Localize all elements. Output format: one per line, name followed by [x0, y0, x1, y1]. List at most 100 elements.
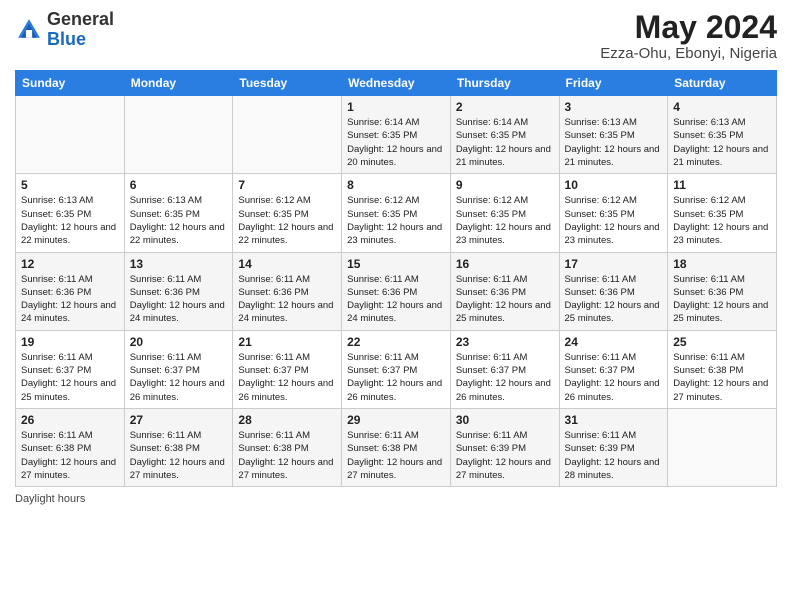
day-number: 22 [347, 335, 445, 349]
calendar-cell-w1-d4: 9 Sunrise: 6:12 AM Sunset: 6:35 PM Daylig… [450, 174, 559, 252]
calendar-cell-w2-d4: 16 Sunrise: 6:11 AM Sunset: 6:36 PM Dayli… [450, 252, 559, 330]
calendar-cell-w3-d2: 21 Sunrise: 6:11 AM Sunset: 6:37 PM Dayli… [233, 330, 342, 408]
day-info: Sunrise: 6:11 AM Sunset: 6:36 PM Dayligh… [130, 273, 228, 326]
day-number: 26 [21, 413, 119, 427]
calendar-cell-w1-d1: 6Sunrise: 6:13 AM Sunset: 6:35 PM Daylig… [124, 174, 233, 252]
day-info: Sunrise: 6:13 AM Sunset: 6:35 PM Dayligh… [673, 116, 771, 169]
day-number: 1 [347, 100, 445, 114]
day-info: Sunrise: 6:11 AM Sunset: 6:38 PM Dayligh… [21, 429, 119, 482]
calendar-cell-w0-d1 [124, 96, 233, 174]
day-info: Sunrise: 6:11 AM Sunset: 6:37 PM Dayligh… [565, 351, 663, 404]
calendar-cell-w0-d6: 4 Sunrise: 6:13 AM Sunset: 6:35 PM Daylig… [668, 96, 777, 174]
day-info: Sunrise: 6:11 AM Sunset: 6:36 PM Dayligh… [673, 273, 771, 326]
day-number: 3 [565, 100, 663, 114]
day-info: Sunrise: 6:11 AM Sunset: 6:38 PM Dayligh… [673, 351, 771, 404]
day-number: 13 [130, 257, 228, 271]
calendar-cell-w0-d0 [16, 96, 125, 174]
day-info: Sunrise: 6:12 AM Sunset: 6:35 PM Dayligh… [347, 194, 445, 247]
calendar-cell-w0-d3: 1Sunrise: 6:14 AM Sunset: 6:35 PM Daylig… [342, 96, 451, 174]
logo: General Blue [15, 10, 114, 50]
calendar-cell-w4-d4: 30Sunrise: 6:11 AM Sunset: 6:39 PM Dayli… [450, 408, 559, 486]
calendar-cell-w0-d5: 3Sunrise: 6:13 AM Sunset: 6:35 PM Daylig… [559, 96, 668, 174]
day-number: 9 [456, 178, 554, 192]
day-number: 25 [673, 335, 771, 349]
day-number: 28 [238, 413, 336, 427]
location: Ezza-Ohu, Ebonyi, Nigeria [600, 45, 777, 62]
calendar-cell-w2-d6: 18 Sunrise: 6:11 AM Sunset: 6:36 PM Dayli… [668, 252, 777, 330]
calendar-cell-w2-d0: 12Sunrise: 6:11 AM Sunset: 6:36 PM Dayli… [16, 252, 125, 330]
calendar-cell-w1-d5: 10 Sunrise: 6:12 AM Sunset: 6:35 PM Dayli… [559, 174, 668, 252]
calendar-cell-w2-d3: 15Sunrise: 6:11 AM Sunset: 6:36 PM Dayli… [342, 252, 451, 330]
calendar-cell-w1-d0: 5 Sunrise: 6:13 AM Sunset: 6:35 PM Daylig… [16, 174, 125, 252]
month-year: May 2024 [600, 10, 777, 45]
calendar-cell-w1-d3: 8 Sunrise: 6:12 AM Sunset: 6:35 PM Daylig… [342, 174, 451, 252]
day-info: Sunrise: 6:11 AM Sunset: 6:37 PM Dayligh… [238, 351, 336, 404]
col-friday: Friday [559, 71, 668, 96]
col-wednesday: Wednesday [342, 71, 451, 96]
day-number: 19 [21, 335, 119, 349]
calendar-cell-w4-d2: 28 Sunrise: 6:11 AM Sunset: 6:38 PM Dayli… [233, 408, 342, 486]
calendar-cell-w4-d5: 31 Sunrise: 6:11 AM Sunset: 6:39 PM Dayli… [559, 408, 668, 486]
day-number: 24 [565, 335, 663, 349]
calendar-table: Sunday Monday Tuesday Wednesday Thursday… [15, 70, 777, 487]
daylight-hours-label: Daylight hours [15, 493, 777, 505]
day-info: Sunrise: 6:11 AM Sunset: 6:37 PM Dayligh… [130, 351, 228, 404]
day-info: Sunrise: 6:11 AM Sunset: 6:38 PM Dayligh… [238, 429, 336, 482]
day-number: 30 [456, 413, 554, 427]
day-number: 5 [21, 178, 119, 192]
day-info: Sunrise: 6:11 AM Sunset: 6:37 PM Dayligh… [21, 351, 119, 404]
day-number: 20 [130, 335, 228, 349]
day-info: Sunrise: 6:12 AM Sunset: 6:35 PM Dayligh… [565, 194, 663, 247]
day-info: Sunrise: 6:13 AM Sunset: 6:35 PM Dayligh… [21, 194, 119, 247]
day-number: 12 [21, 257, 119, 271]
calendar-cell-w3-d1: 20 Sunrise: 6:11 AM Sunset: 6:37 PM Dayli… [124, 330, 233, 408]
day-info: Sunrise: 6:12 AM Sunset: 6:35 PM Dayligh… [673, 194, 771, 247]
day-number: 31 [565, 413, 663, 427]
calendar-week-row-1: 5 Sunrise: 6:13 AM Sunset: 6:35 PM Daylig… [16, 174, 777, 252]
day-info: Sunrise: 6:11 AM Sunset: 6:36 PM Dayligh… [456, 273, 554, 326]
day-number: 17 [565, 257, 663, 271]
calendar-week-row-2: 12 Sunrise: 6:11 AM Sunset: 6:36 PM Dayli… [16, 252, 777, 330]
day-info: Sunrise: 6:11 AM Sunset: 6:36 PM Dayligh… [565, 273, 663, 326]
day-number: 8 [347, 178, 445, 192]
calendar-cell-w4-d0: 26 Sunrise: 6:11 AM Sunset: 6:38 PM Dayli… [16, 408, 125, 486]
day-info: Sunrise: 6:11 AM Sunset: 6:37 PM Dayligh… [347, 351, 445, 404]
day-number: 27 [130, 413, 228, 427]
calendar-week-row-3: 19 Sunrise: 6:11 AM Sunset: 6:37 PM Dayli… [16, 330, 777, 408]
col-tuesday: Tuesday [233, 71, 342, 96]
day-number: 18 [673, 257, 771, 271]
col-monday: Monday [124, 71, 233, 96]
day-number: 29 [347, 413, 445, 427]
calendar-cell-w0-d4: 2 Sunrise: 6:14 AM Sunset: 6:35 PM Daylig… [450, 96, 559, 174]
day-number: 11 [673, 178, 771, 192]
logo-text: General Blue [47, 10, 114, 50]
day-info: Sunrise: 6:11 AM Sunset: 6:37 PM Dayligh… [456, 351, 554, 404]
calendar-header-row: Sunday Monday Tuesday Wednesday Thursday… [16, 71, 777, 96]
day-info: Sunrise: 6:12 AM Sunset: 6:35 PM Dayligh… [238, 194, 336, 247]
day-info: Sunrise: 6:12 AM Sunset: 6:35 PM Dayligh… [456, 194, 554, 247]
calendar-cell-w4-d6 [668, 408, 777, 486]
calendar-cell-w3-d0: 19 Sunrise: 6:11 AM Sunset: 6:37 PM Dayli… [16, 330, 125, 408]
day-info: Sunrise: 6:14 AM Sunset: 6:35 PM Dayligh… [456, 116, 554, 169]
day-info: Sunrise: 6:11 AM Sunset: 6:39 PM Dayligh… [565, 429, 663, 482]
day-number: 2 [456, 100, 554, 114]
day-info: Sunrise: 6:13 AM Sunset: 6:35 PM Dayligh… [130, 194, 228, 247]
day-number: 21 [238, 335, 336, 349]
day-number: 14 [238, 257, 336, 271]
col-thursday: Thursday [450, 71, 559, 96]
calendar-week-row-4: 26 Sunrise: 6:11 AM Sunset: 6:38 PM Dayli… [16, 408, 777, 486]
day-number: 7 [238, 178, 336, 192]
day-number: 16 [456, 257, 554, 271]
col-saturday: Saturday [668, 71, 777, 96]
day-number: 23 [456, 335, 554, 349]
col-sunday: Sunday [16, 71, 125, 96]
calendar-cell-w3-d3: 22 Sunrise: 6:11 AM Sunset: 6:37 PM Dayli… [342, 330, 451, 408]
day-number: 10 [565, 178, 663, 192]
calendar-week-row-0: 1 Sunrise: 6:14 AM Sunset: 6:35 PM Daylig… [16, 96, 777, 174]
logo-icon [15, 16, 43, 44]
calendar-cell-w1-d6: 11 Sunrise: 6:12 AM Sunset: 6:35 PM Dayli… [668, 174, 777, 252]
calendar-cell-w2-d5: 17 Sunrise: 6:11 AM Sunset: 6:36 PM Dayli… [559, 252, 668, 330]
day-info: Sunrise: 6:11 AM Sunset: 6:36 PM Dayligh… [347, 273, 445, 326]
day-number: 4 [673, 100, 771, 114]
calendar-cell-w2-d2: 14Sunrise: 6:11 AM Sunset: 6:36 PM Dayli… [233, 252, 342, 330]
